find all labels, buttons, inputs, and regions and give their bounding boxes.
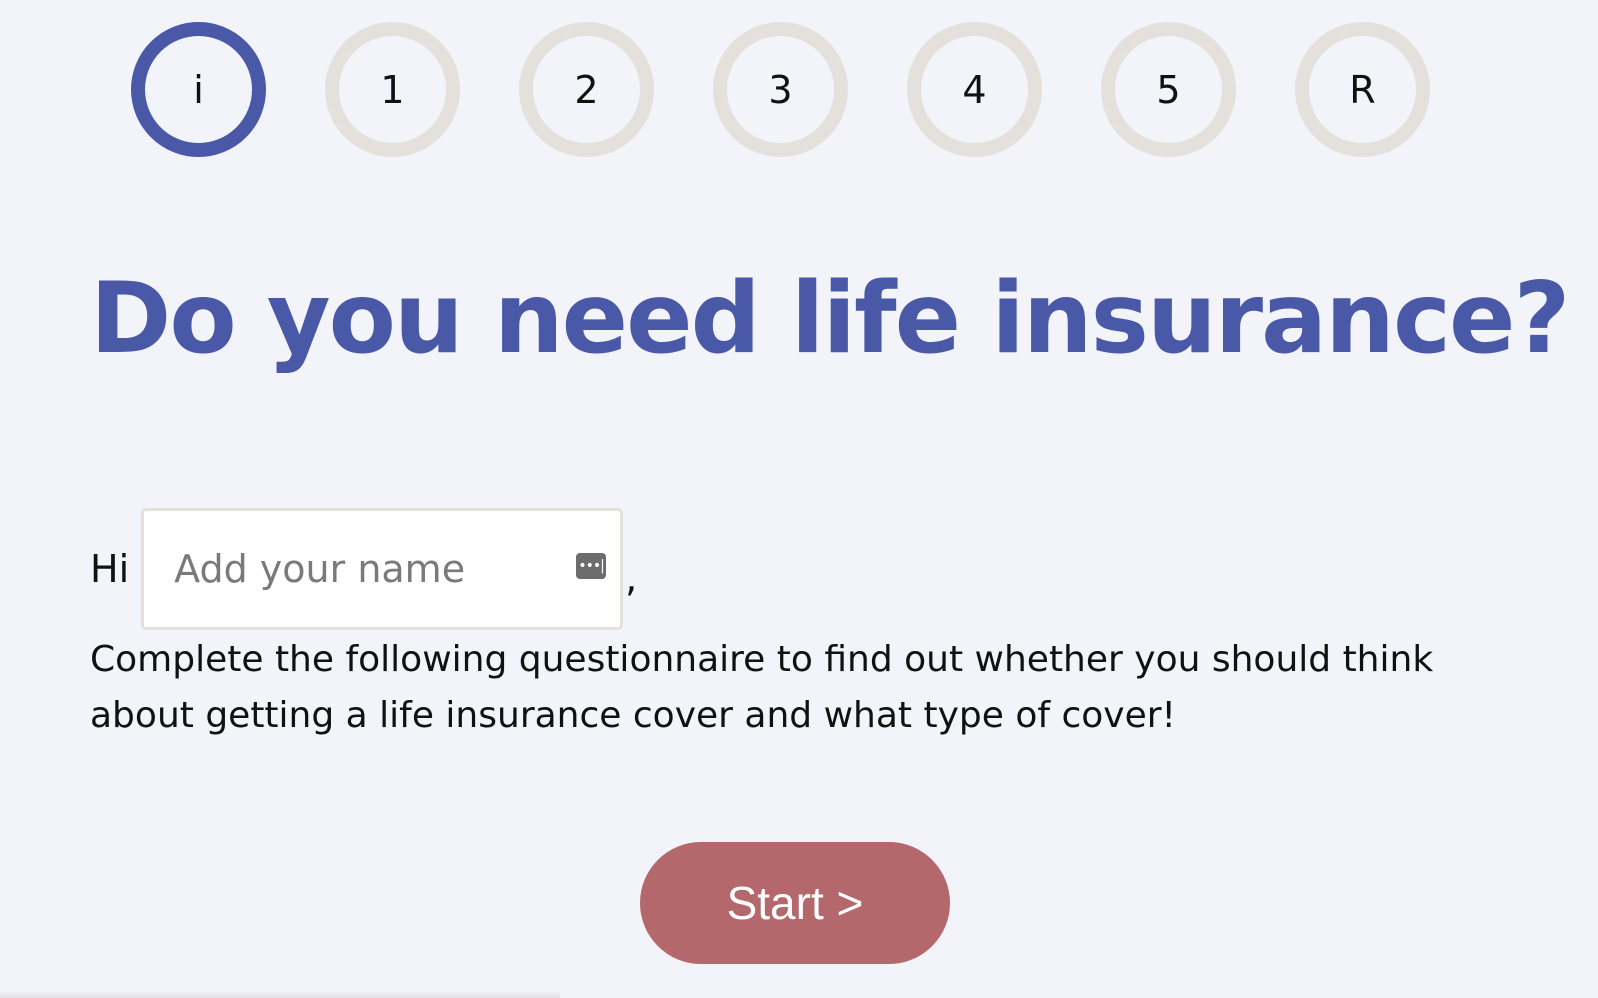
step-2[interactable]: 2 xyxy=(519,22,654,157)
step-intro[interactable]: i xyxy=(131,22,266,157)
intro-text: Complete the following questionnaire to … xyxy=(90,639,1434,736)
step-5[interactable]: 5 xyxy=(1101,22,1236,157)
page: i 1 2 3 4 5 R Do you need life insurance… xyxy=(0,0,1598,998)
page-title: Do you need life insurance? xyxy=(90,262,1570,376)
step-3[interactable]: 3 xyxy=(713,22,848,157)
name-input[interactable] xyxy=(144,511,621,627)
autofill-contact-icon[interactable]: •••| xyxy=(576,553,607,579)
progress-steps: i 1 2 3 4 5 R xyxy=(131,22,1430,157)
bottom-divider xyxy=(0,990,560,998)
step-results[interactable]: R xyxy=(1295,22,1430,157)
step-4[interactable]: 4 xyxy=(907,22,1042,157)
greeting-row: Hi •••| , xyxy=(90,508,637,630)
greeting-comma: , xyxy=(625,556,638,600)
greeting-hi: Hi xyxy=(90,547,130,591)
step-1[interactable]: 1 xyxy=(325,22,460,157)
name-field-container: •••| xyxy=(141,508,624,630)
start-button[interactable]: Start > xyxy=(640,842,950,964)
